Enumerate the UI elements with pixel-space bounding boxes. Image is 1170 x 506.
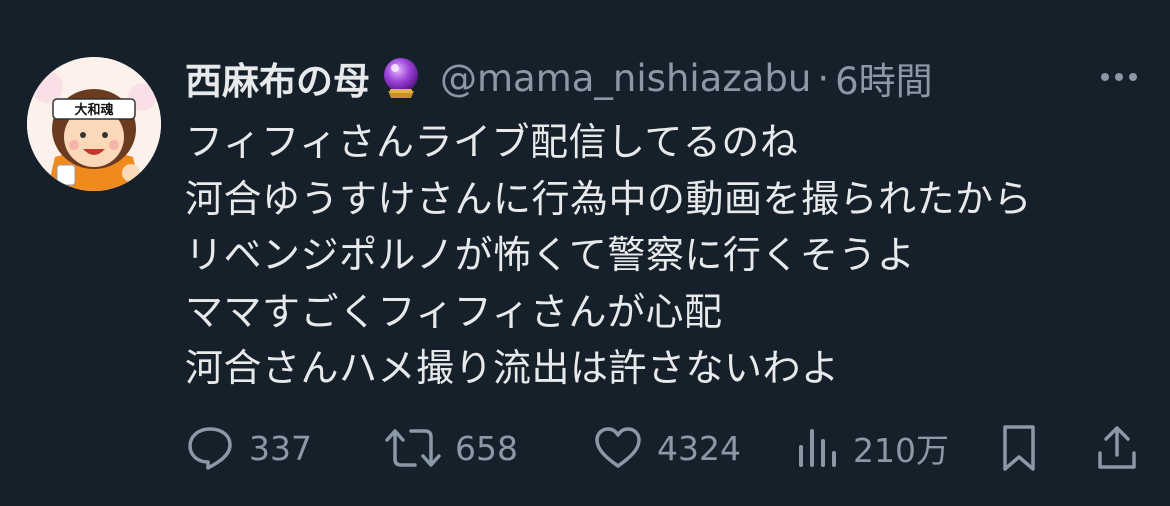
tweet-text-line: ママすごくフィフィさんが心配 <box>185 289 723 334</box>
bookmark-icon <box>997 423 1041 473</box>
user-handle[interactable]: @mama_nishiazabu <box>440 57 811 100</box>
crystal-ball-icon <box>378 55 424 101</box>
like-count: 4324 <box>657 428 741 468</box>
views-button[interactable]: 210万 <box>795 420 949 476</box>
tweet-text-line: 河合さんハメ撮り流出は許さないわよ <box>185 346 840 390</box>
heart-icon <box>593 423 643 473</box>
reply-count: 337 <box>249 428 312 468</box>
tweet-text-line: リベンジポルノが怖くて警察に行くそうよ <box>185 233 916 277</box>
views-count: 210万 <box>853 431 949 470</box>
retweet-button[interactable]: 658 <box>385 420 518 476</box>
reply-icon <box>185 423 235 473</box>
more-options-icon[interactable] <box>1097 62 1141 92</box>
tweet-header: 西麻布の母 @mama_nishiazabu · 6時間 <box>185 52 933 104</box>
share-icon <box>1095 423 1139 473</box>
tweet-text-line: フィフィさんライブ配信してるのね <box>185 120 799 164</box>
tweet-text: フィフィさんライブ配信してるのね 河合ゆうすけさんに行為中の動画を撮られたから … <box>185 114 1145 397</box>
reply-button[interactable]: 337 <box>185 420 312 476</box>
retweet-count: 658 <box>455 428 518 468</box>
like-button[interactable]: 4324 <box>593 420 741 476</box>
timestamp[interactable]: 6時間 <box>835 51 933 105</box>
avatar[interactable]: 大和魂 <box>27 57 161 191</box>
action-bar: 337 658 4324 210万 <box>185 420 1145 476</box>
avatar-illustration: 大和魂 <box>27 57 161 191</box>
share-button[interactable] <box>1095 420 1139 476</box>
bookmark-button[interactable] <box>997 420 1041 476</box>
display-name[interactable]: 西麻布の母 <box>185 51 370 105</box>
tweet[interactable]: 大和魂 西麻布の母 @mama_nishiazabu · 6時間 フィフィさんラ… <box>0 0 1170 506</box>
separator-dot: · <box>817 56 830 100</box>
tweet-text-line: 河合ゆうすけさんに行為中の動画を撮られたから <box>185 176 1033 221</box>
retweet-icon <box>385 423 441 473</box>
views-icon <box>795 423 839 473</box>
